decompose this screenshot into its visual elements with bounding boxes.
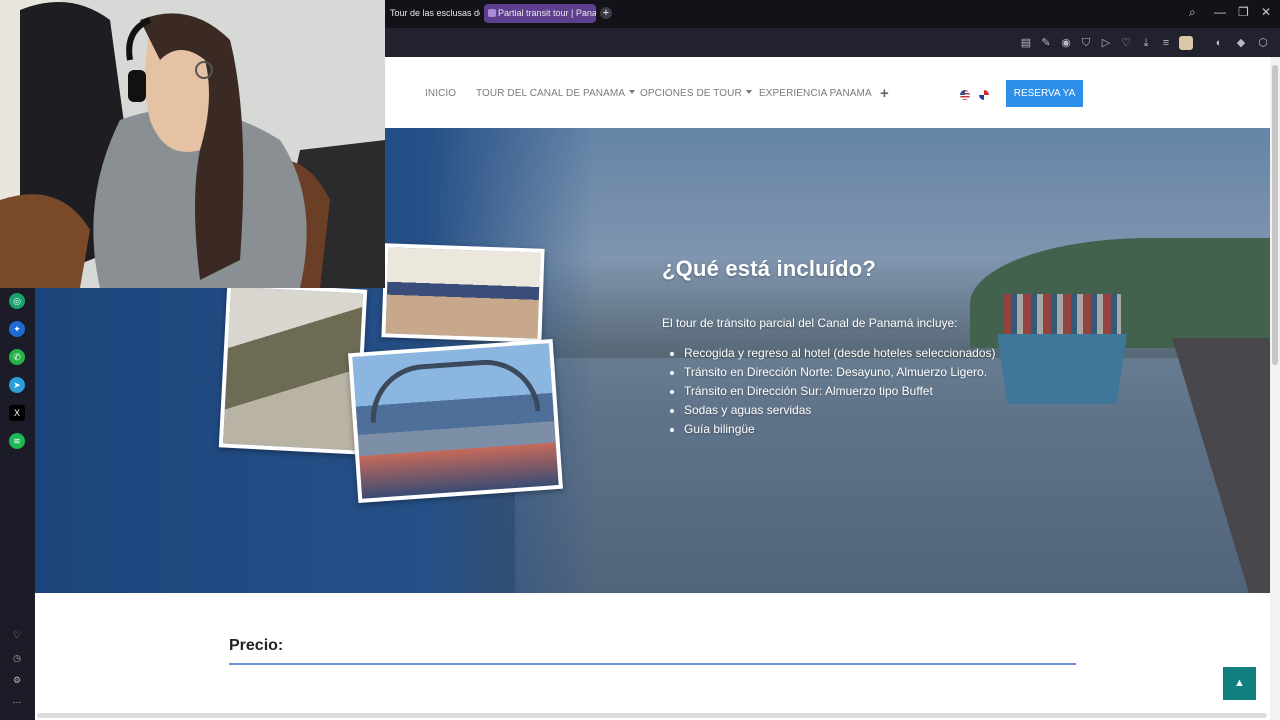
messenger-icon[interactable]: ✦ [9,321,25,337]
photo-guide [218,282,368,455]
hero-content: ¿Qué está incluído? El tour de tránsito … [662,256,1082,439]
history-icon[interactable]: ◷ [9,650,25,666]
reserva-ya-button[interactable]: RESERVA YA [1006,80,1083,107]
hero-title: ¿Qué está incluído? [662,256,877,281]
photo-boat-deck [381,243,545,343]
new-tab-button[interactable]: + [600,7,612,19]
extension-icon[interactable]: ◐ [1212,36,1226,50]
list-item: Tránsito en Dirección Sur: Almuerzo tipo… [684,382,1082,401]
tab-tour-esclusas[interactable]: Tour de las esclusas de M [386,4,480,23]
photo-bridge-tourists [348,339,563,503]
search-icon[interactable]: ⌕ [1189,5,1196,20]
shield-icon[interactable]: ⛉ [1079,36,1093,50]
nav-inicio[interactable]: INICIO [425,88,456,99]
nav-tour-canal[interactable]: TOUR DEL CANAL DE PANAMA [476,88,636,99]
hero-intro: El tour de tránsito parcial del Canal de… [662,316,958,330]
edit-icon[interactable]: ✎ [1039,36,1053,50]
scroll-to-top-button[interactable]: ▲ [1223,667,1256,700]
included-list: Recogida y regreso al hotel (desde hotel… [662,344,1082,439]
nav-opciones-tour[interactable]: OPCIONES DE TOUR [640,88,752,99]
webcam-overlay [0,0,385,288]
heart-icon[interactable]: ♡ [9,627,25,643]
camera-icon[interactable]: ◉ [1059,36,1073,50]
chevron-down-icon [745,90,752,94]
settings-icon[interactable]: ⚙ [9,672,25,688]
list-item: Recogida y regreso al hotel (desde hotel… [684,344,1082,363]
precio-heading: Precio: [229,637,284,654]
telegram-icon[interactable]: ➤ [9,377,25,393]
list-item: Tránsito en Dirección Norte: Desayuno, A… [684,363,1082,382]
nav-opciones-tour-label: OPCIONES DE TOUR [640,88,742,99]
horizontal-scrollbar[interactable] [37,713,1267,718]
browser-sidebar: ◎ ✦ ✆ ➤ X ≋ ♡ ◷ ⚙ ⋯ [0,288,35,720]
heart-icon[interactable]: ♡ [1119,36,1133,50]
more-icon[interactable]: ⋯ [9,694,25,710]
list-item: Sodas y aguas servidas [684,401,1082,420]
spotify-icon[interactable]: ≋ [9,433,25,449]
download-icon[interactable]: ⤓ [1139,36,1153,50]
webcam-image [0,0,385,288]
chevron-down-icon [629,90,636,94]
tab-partial-transit[interactable]: Partial transit tour | Panam [484,4,596,23]
profile-avatar[interactable] [1179,36,1193,50]
scrollbar-thumb[interactable] [1272,65,1278,365]
close-button[interactable]: ✕ [1261,5,1271,19]
list-item: Guía bilingüe [684,420,1082,439]
plus-icon[interactable]: + [880,85,889,102]
minimize-button[interactable]: — [1214,5,1226,19]
play-icon[interactable]: ▷ [1099,36,1113,50]
cube-icon[interactable]: ⬡ [1256,36,1270,50]
x-icon[interactable]: X [9,405,25,421]
up-arrow-icon: ▲ [1234,677,1245,689]
us-flag-icon[interactable] [960,90,970,100]
nav-experiencia[interactable]: EXPERIENCIA PANAMA [759,88,872,99]
restore-button[interactable]: ❐ [1238,5,1249,19]
reader-icon[interactable]: ▤ [1019,36,1033,50]
precio-divider [229,663,1076,665]
whatsapp-icon[interactable]: ✆ [9,349,25,365]
extension-diamond-icon[interactable]: ◆ [1234,36,1248,50]
vertical-scrollbar[interactable] [1270,57,1280,720]
nav-tour-canal-label: TOUR DEL CANAL DE PANAMA [476,88,626,99]
panama-flag-icon[interactable] [979,90,989,100]
chatgpt-icon[interactable]: ◎ [9,293,25,309]
menu-icon[interactable]: ≡ [1159,36,1173,50]
